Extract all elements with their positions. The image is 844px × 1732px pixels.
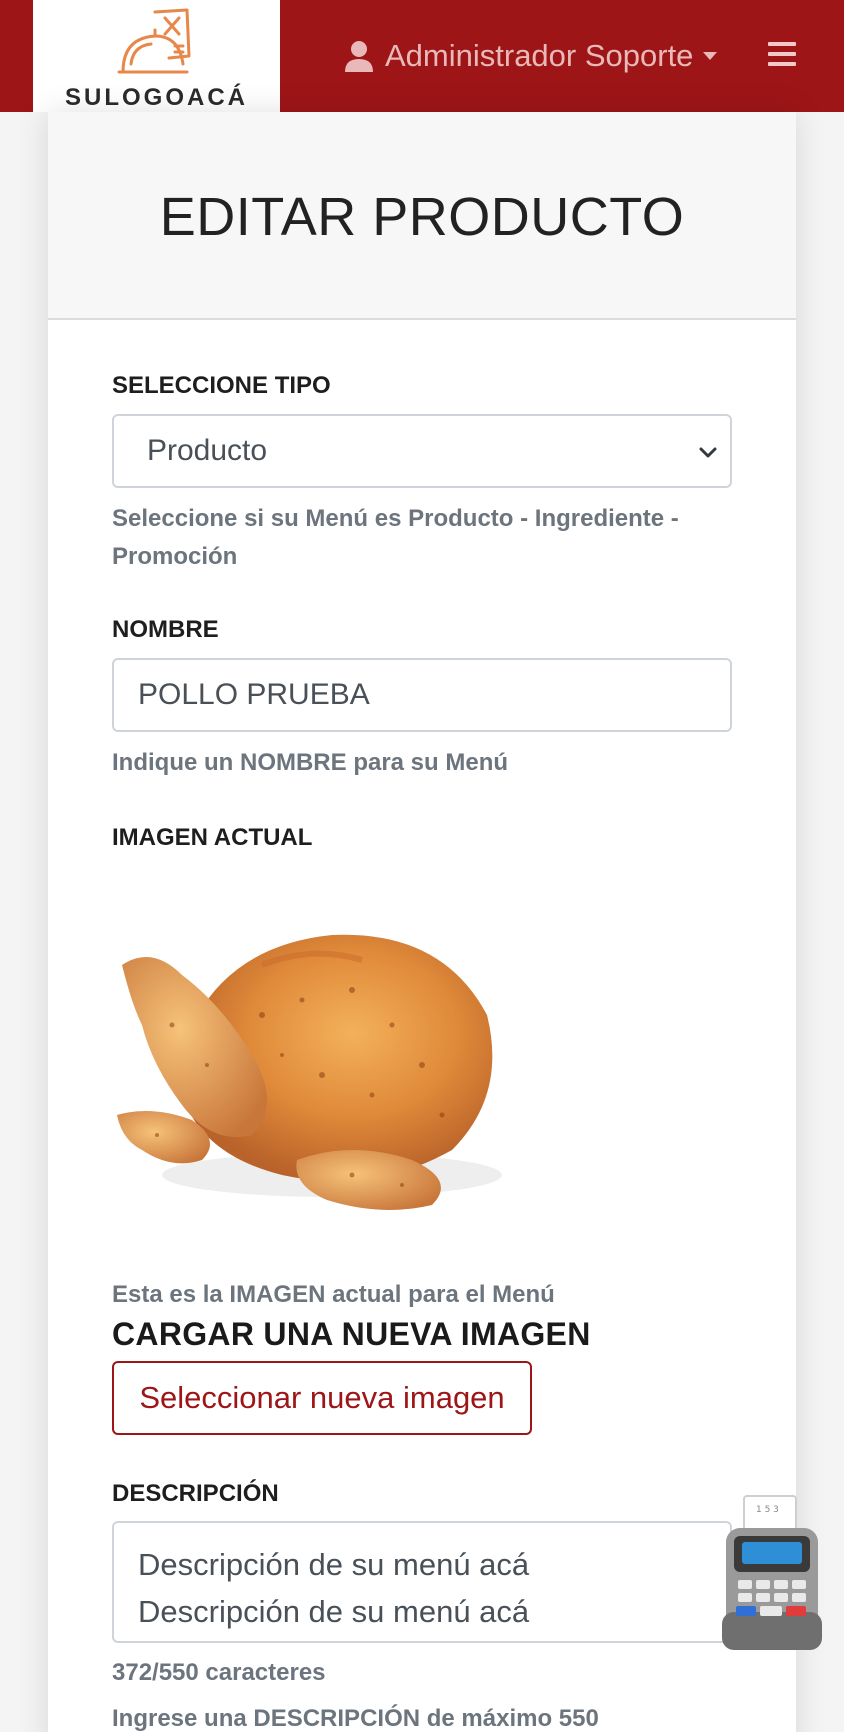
descripcion-textarea[interactable]: Descripción de su menú acá Descripción d…: [112, 1521, 732, 1643]
upload-image-title: CARGAR UNA NUEVA IMAGEN: [112, 1316, 591, 1352]
logo-icon: [117, 8, 191, 74]
caret-down-icon: [703, 52, 718, 60]
descripcion-line: Descripción de su menú acá: [138, 1594, 530, 1629]
brand-name: SULOGOACÁ: [65, 84, 248, 111]
cash-register-icon[interactable]: 1 5 3: [718, 1492, 826, 1654]
menu-icon[interactable]: [768, 42, 796, 66]
nombre-input[interactable]: POLLO PRUEBA: [112, 658, 732, 732]
chevron-down-icon: [699, 447, 717, 458]
nombre-help-text: Indique un NOMBRE para su Menú: [112, 749, 509, 776]
current-product-image: [117, 934, 502, 1210]
select-new-image-button[interactable]: Seleccionar nueva imagen: [112, 1361, 532, 1435]
card-header: EDITAR PRODUCTO: [48, 112, 796, 320]
nombre-value: POLLO PRUEBA: [138, 678, 370, 711]
user-name: Administrador Soporte: [385, 38, 694, 73]
user-dropdown[interactable]: Administrador Soporte: [345, 34, 718, 78]
nombre-label: NOMBRE: [112, 616, 219, 643]
user-icon: [345, 41, 373, 72]
imagen-actual-help-text: Esta es la IMAGEN actual para el Menú: [112, 1281, 555, 1308]
descripcion-line: Descripción de su menú acá: [138, 1547, 530, 1582]
imagen-actual-label: IMAGEN ACTUAL: [112, 824, 313, 851]
svg-text:1 5 3: 1 5 3: [756, 1505, 779, 1515]
descripcion-counter: 372/550 caracteres: [112, 1659, 326, 1686]
descripcion-label: DESCRIPCIÓN: [112, 1480, 279, 1507]
tipo-select[interactable]: Producto: [112, 414, 732, 488]
tipo-label: SELECCIONE TIPO: [112, 372, 331, 399]
brand-logo-link[interactable]: SULOGOACÁ: [33, 0, 280, 112]
top-navbar: SULOGOACÁ Administrador Soporte: [0, 0, 844, 112]
descripcion-help-text: Ingrese una DESCRIPCIÓN de máximo 550: [112, 1705, 599, 1732]
tipo-selected-value: Producto: [147, 434, 268, 467]
page-title: EDITAR PRODUCTO: [159, 187, 685, 247]
tipo-help-text: Seleccione si su Menú es Producto - Ingr…: [112, 505, 679, 570]
